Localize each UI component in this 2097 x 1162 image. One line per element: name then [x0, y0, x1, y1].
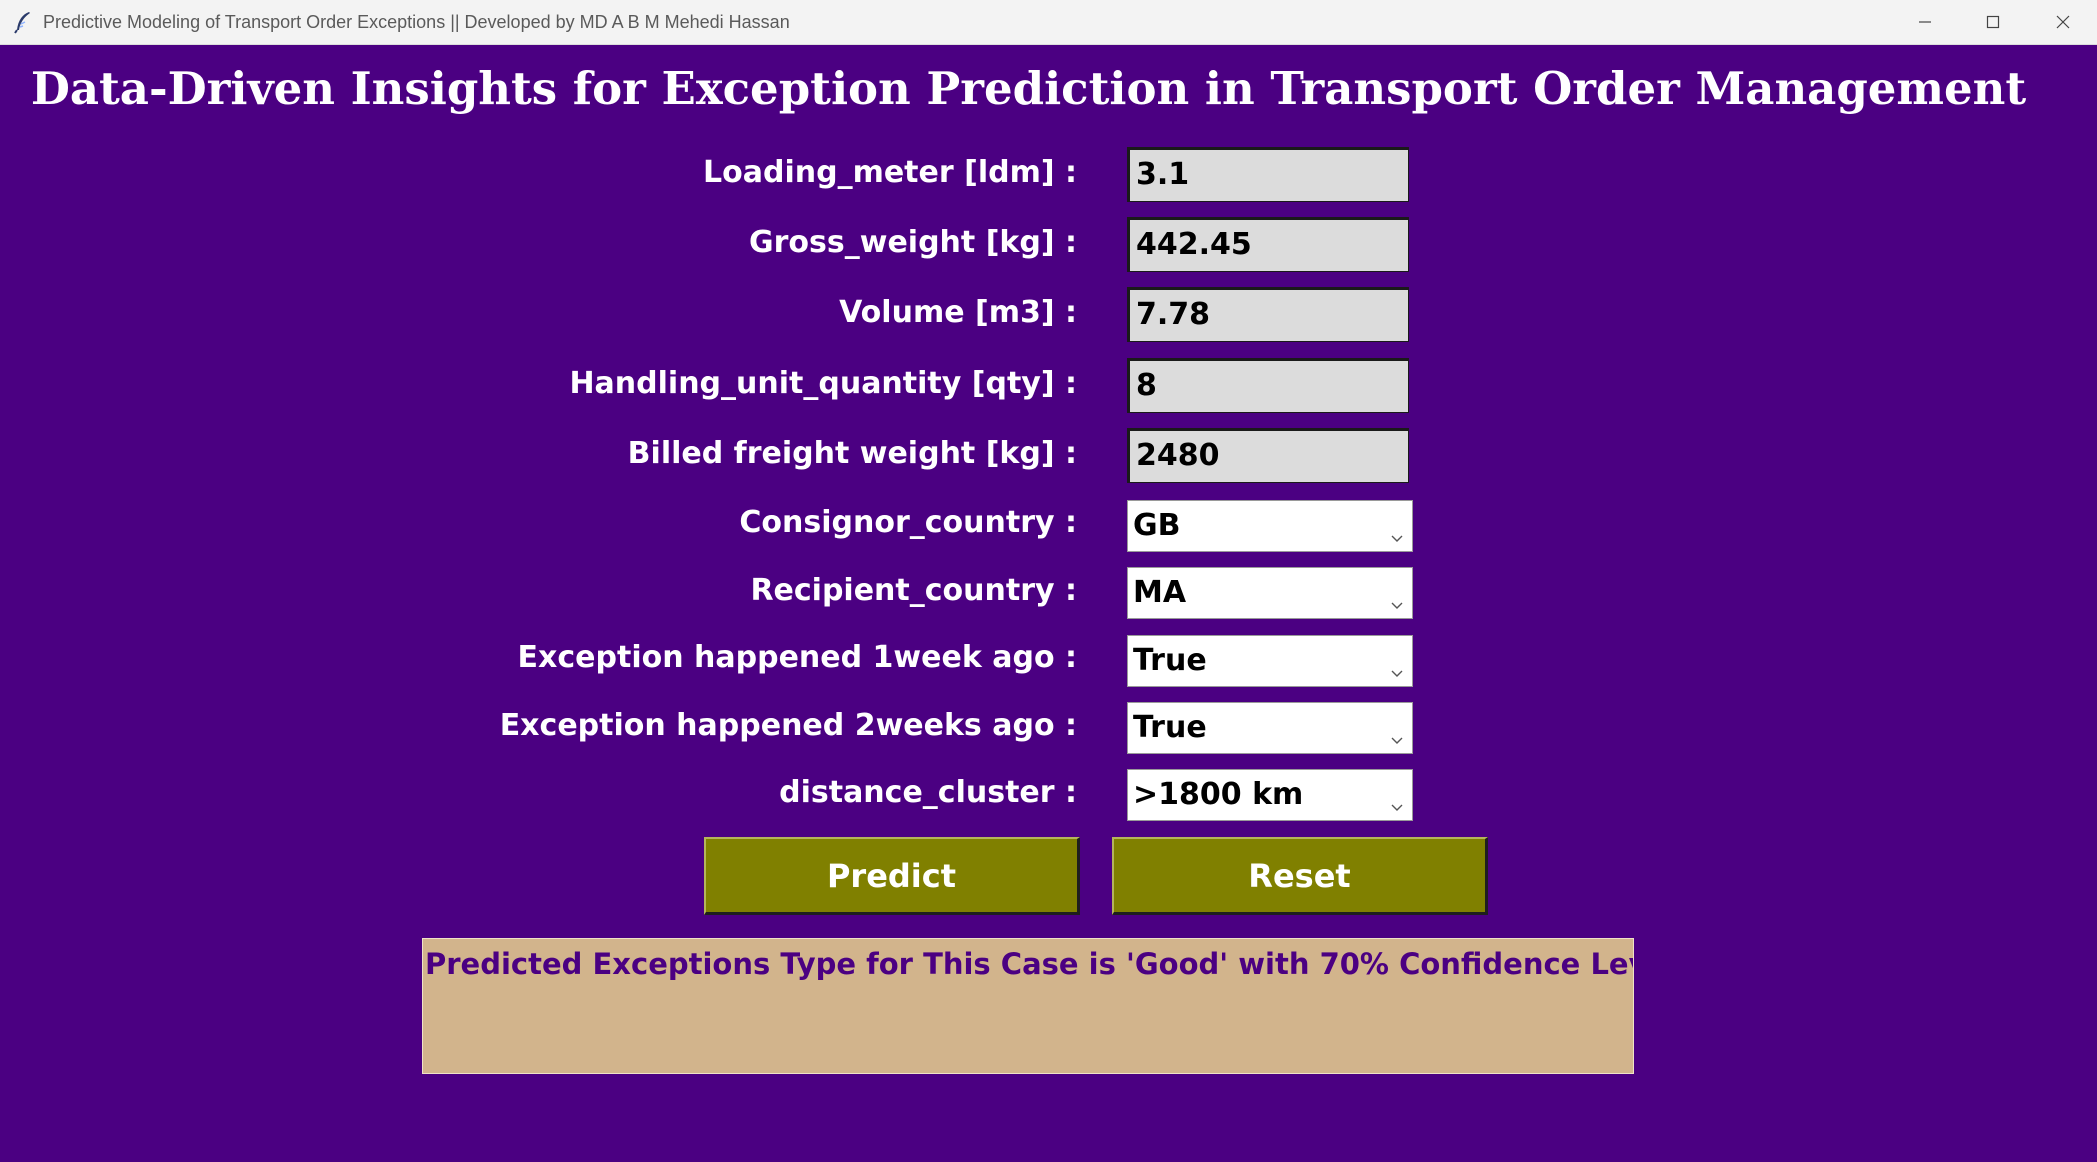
window-titlebar: Predictive Modeling of Transport Order E… — [0, 0, 2097, 45]
recipient-country-label: Recipient_country : — [750, 573, 1077, 608]
exception-1week-value: True — [1133, 643, 1207, 678]
close-icon — [2055, 14, 2071, 30]
chevron-down-icon — [1390, 787, 1404, 811]
recipient-country-value: MA — [1133, 575, 1187, 610]
window-title: Predictive Modeling of Transport Order E… — [43, 12, 790, 32]
distance-cluster-select[interactable]: >1800 km — [1127, 769, 1413, 821]
chevron-down-icon — [1390, 720, 1404, 744]
reset-button[interactable]: Reset — [1112, 837, 1488, 915]
chevron-down-icon — [1390, 653, 1404, 677]
volume-input[interactable]: 7.78 — [1127, 287, 1409, 342]
exception-1week-label: Exception happened 1week ago : — [517, 640, 1077, 675]
exception-1week-select[interactable]: True — [1127, 635, 1413, 687]
consignor-country-label: Consignor_country : — [739, 505, 1077, 540]
minimize-icon — [1917, 14, 1933, 30]
close-button[interactable] — [2029, 0, 2097, 44]
volume-label: Volume [m3] : — [839, 295, 1077, 330]
gross-weight-label: Gross_weight [kg] : — [749, 225, 1077, 260]
chevron-down-icon — [1390, 585, 1404, 609]
loading-meter-label: Loading_meter [ldm] : — [703, 155, 1077, 190]
feather-icon — [12, 10, 34, 34]
minimize-button[interactable] — [1891, 0, 1959, 44]
exception-2weeks-value: True — [1133, 710, 1207, 745]
page-title: Data-Driven Insights for Exception Predi… — [30, 62, 2027, 115]
loading-meter-input[interactable]: 3.1 — [1127, 147, 1409, 202]
billed-freight-weight-label: Billed freight weight [kg] : — [627, 436, 1077, 471]
billed-freight-weight-input[interactable]: 2480 — [1127, 428, 1409, 483]
handling-unit-quantity-input[interactable]: 8 — [1127, 358, 1409, 413]
chevron-down-icon — [1390, 518, 1404, 542]
predict-button[interactable]: Predict — [704, 837, 1080, 915]
gross-weight-input[interactable]: 442.45 — [1127, 217, 1409, 272]
distance-cluster-value: >1800 km — [1133, 777, 1304, 812]
exception-2weeks-select[interactable]: True — [1127, 702, 1413, 754]
prediction-result-text: Predicted Exceptions Type for This Case … — [425, 947, 1634, 981]
prediction-result-box: Predicted Exceptions Type for This Case … — [422, 938, 1634, 1074]
consignor-country-select[interactable]: GB — [1127, 500, 1413, 552]
recipient-country-select[interactable]: MA — [1127, 567, 1413, 619]
maximize-icon — [1985, 14, 2001, 30]
handling-unit-quantity-label: Handling_unit_quantity [qty] : — [569, 366, 1077, 401]
maximize-button[interactable] — [1959, 0, 2027, 44]
distance-cluster-label: distance_cluster : — [779, 775, 1077, 810]
exception-2weeks-label: Exception happened 2weeks ago : — [499, 708, 1077, 743]
consignor-country-value: GB — [1133, 508, 1181, 543]
